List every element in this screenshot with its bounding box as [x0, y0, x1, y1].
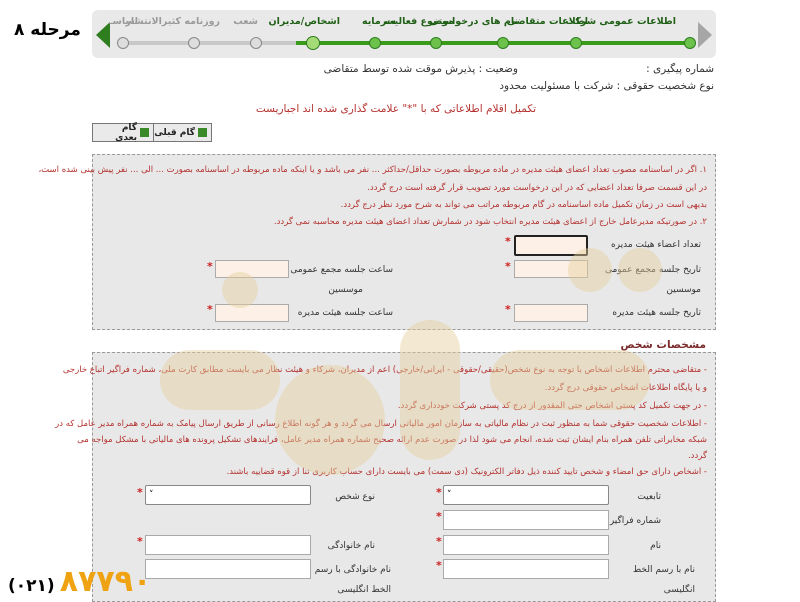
persons-note-line: و یا پایگاه اطلاعات اشخاص حقوقی درج گردد…	[544, 383, 707, 393]
required-star-icon: *	[436, 486, 442, 499]
board-time-label: ساعت جلسه هیئت مدیره	[297, 308, 393, 318]
board-note-line: ۱. اگر در اساسنامه مصوب تعداد اعضای هیئت…	[38, 165, 707, 175]
required-star-icon: *	[137, 486, 143, 499]
persons-note-line: - متقاضی محترم اطلاعات اشخاص با توجه به …	[62, 365, 707, 375]
wizard-dot-newspaper	[188, 37, 200, 49]
required-star-icon: *	[505, 235, 511, 248]
nationality-label: تابعیت	[637, 492, 661, 502]
wizard-step-branches[interactable]: شعب	[233, 16, 258, 27]
required-star-icon: *	[207, 303, 213, 316]
phone-area-code: (۰۲۱)	[8, 576, 55, 596]
board-date-label: تاریخ جلسه هیئت مدیره	[612, 308, 701, 318]
phone-main-number: ۸۷۷۹۰	[59, 564, 152, 599]
board-note-line: در این قسمت صرفا تعداد اعضایی که در این …	[367, 183, 707, 193]
board-time-input[interactable]	[215, 304, 289, 322]
first-name-en-label: نام با رسم الخط	[632, 565, 695, 575]
assembly-date-label: تاریخ جلسه مجمع عمومی	[604, 265, 701, 275]
assembly-date-input[interactable]	[514, 260, 588, 278]
first-name-input[interactable]	[443, 535, 609, 555]
required-star-icon: *	[436, 510, 442, 523]
persons-section: - متقاضی محترم اطلاعات اشخاص با توجه به …	[55, 352, 716, 602]
tracking-number-label: شماره پیگیری :	[646, 63, 714, 75]
wizard-track-done	[296, 41, 688, 45]
wizard-dot-general-info	[684, 37, 696, 49]
wizard-step-capital[interactable]: سرمایه	[362, 16, 396, 27]
wizard-dot-capital	[369, 37, 381, 49]
required-star-icon: *	[137, 535, 143, 548]
required-fields-hint: تکمیل اقلام اطلاعاتی که با "*" علامت گذا…	[255, 103, 536, 115]
last-name-en-input[interactable]	[145, 559, 311, 579]
assembly-time-label: ساعت جلسه مجمع عمومی	[290, 265, 393, 275]
legal-entity-type: نوع شخصیت حقوقی : شرکت با مسئولیت محدود	[499, 80, 714, 92]
wizard-step-persons[interactable]: اشخاص/مدیران	[269, 16, 340, 27]
persons-section-title: مشخصات شخص	[620, 339, 706, 351]
persons-note-line: - اشخاص دارای حق امضاء و شخص تایید کننده…	[226, 467, 707, 477]
persons-note-line: شبکه مخابراتی تلفن همراه بنام ایشان ثبت …	[77, 435, 707, 445]
wizard-dot-persons	[306, 36, 320, 50]
last-name-en-label: نام خانوادگی با رسم	[314, 565, 391, 575]
universal-id-input[interactable]	[443, 510, 609, 530]
required-star-icon: *	[207, 260, 213, 273]
wizard-dot-activity	[430, 37, 442, 49]
request-status: وضعیت : پذیرش موقت شده توسط متقاضی	[323, 63, 518, 75]
next-step-button[interactable]: گام بعدی	[92, 123, 154, 143]
person-type-select[interactable]: ˅	[145, 485, 311, 505]
phone-number: (۰۲۱) ۸۷۷۹۰	[8, 564, 151, 599]
prev-step-button[interactable]: گام قبلی	[148, 123, 212, 142]
required-star-icon: *	[505, 303, 511, 316]
founders-label: موسسین	[666, 285, 701, 295]
wizard-step-newspaper[interactable]: روزنامه کثیرالانتشار	[125, 16, 220, 27]
wizard-dot-applicant-info	[570, 37, 582, 49]
wizard-step-applicant-info[interactable]: اطلاعات متقاضی	[507, 16, 588, 27]
board-note-line: ۲. در صورتیکه مدیرعامل خارج از اعضای هیئ…	[273, 217, 707, 227]
wizard-dot-branches	[250, 37, 262, 49]
wizard-progress: اطلاعات عمومی شرکت اطلاعات متقاضی نام ها…	[92, 10, 716, 58]
board-date-input[interactable]	[514, 304, 588, 322]
founders-label-2: موسسین	[328, 285, 363, 295]
persons-note-line: گردد.	[687, 451, 707, 461]
wizard-dot-statute	[117, 37, 129, 49]
first-name-en-input[interactable]	[443, 559, 609, 579]
board-note-line: بدیهی است در زمان تکمیل ماده اساسنامه در…	[340, 200, 707, 210]
first-name-en-label-2: انگلیسی	[663, 585, 695, 595]
persons-note-line: - اطلاعات شخصیت حقوقی شما به منظور ثبت د…	[55, 419, 707, 429]
person-type-label: نوع شخص	[335, 492, 375, 502]
arrow-icon	[140, 128, 149, 137]
wizard-next-arrow-icon[interactable]	[698, 22, 712, 48]
member-count-label: تعداد اعضاء هیئت مدیره	[610, 240, 701, 250]
universal-id-label: شماره فراگیر	[609, 516, 661, 526]
wizard-step-statute[interactable]: اساسـ	[109, 16, 138, 27]
required-star-icon: *	[436, 559, 442, 572]
member-count-input[interactable]	[514, 235, 588, 256]
arrow-icon	[198, 128, 207, 137]
first-name-label: نام	[650, 541, 661, 551]
step-indicator: مرحله ۸	[14, 20, 81, 40]
required-star-icon: *	[505, 260, 511, 273]
persons-note-line: - در جهت تکمیل کد پستی اشخاص حتی المقدور…	[397, 401, 707, 411]
nationality-select[interactable]: ˅	[443, 485, 609, 505]
last-name-input[interactable]	[145, 535, 311, 555]
chevron-down-icon: ˅	[149, 490, 154, 500]
last-name-label: نام خانوادگی	[327, 541, 375, 551]
assembly-time-input[interactable]	[215, 260, 289, 278]
chevron-down-icon: ˅	[447, 490, 452, 500]
last-name-en-label-2: الخط انگلیسی	[337, 585, 391, 595]
wizard-prev-arrow-icon[interactable]	[96, 22, 110, 48]
required-star-icon: *	[436, 535, 442, 548]
wizard-dot-requested-names	[497, 37, 509, 49]
board-section: ۱. اگر در اساسنامه مصوب تعداد اعضای هیئت…	[38, 154, 716, 330]
